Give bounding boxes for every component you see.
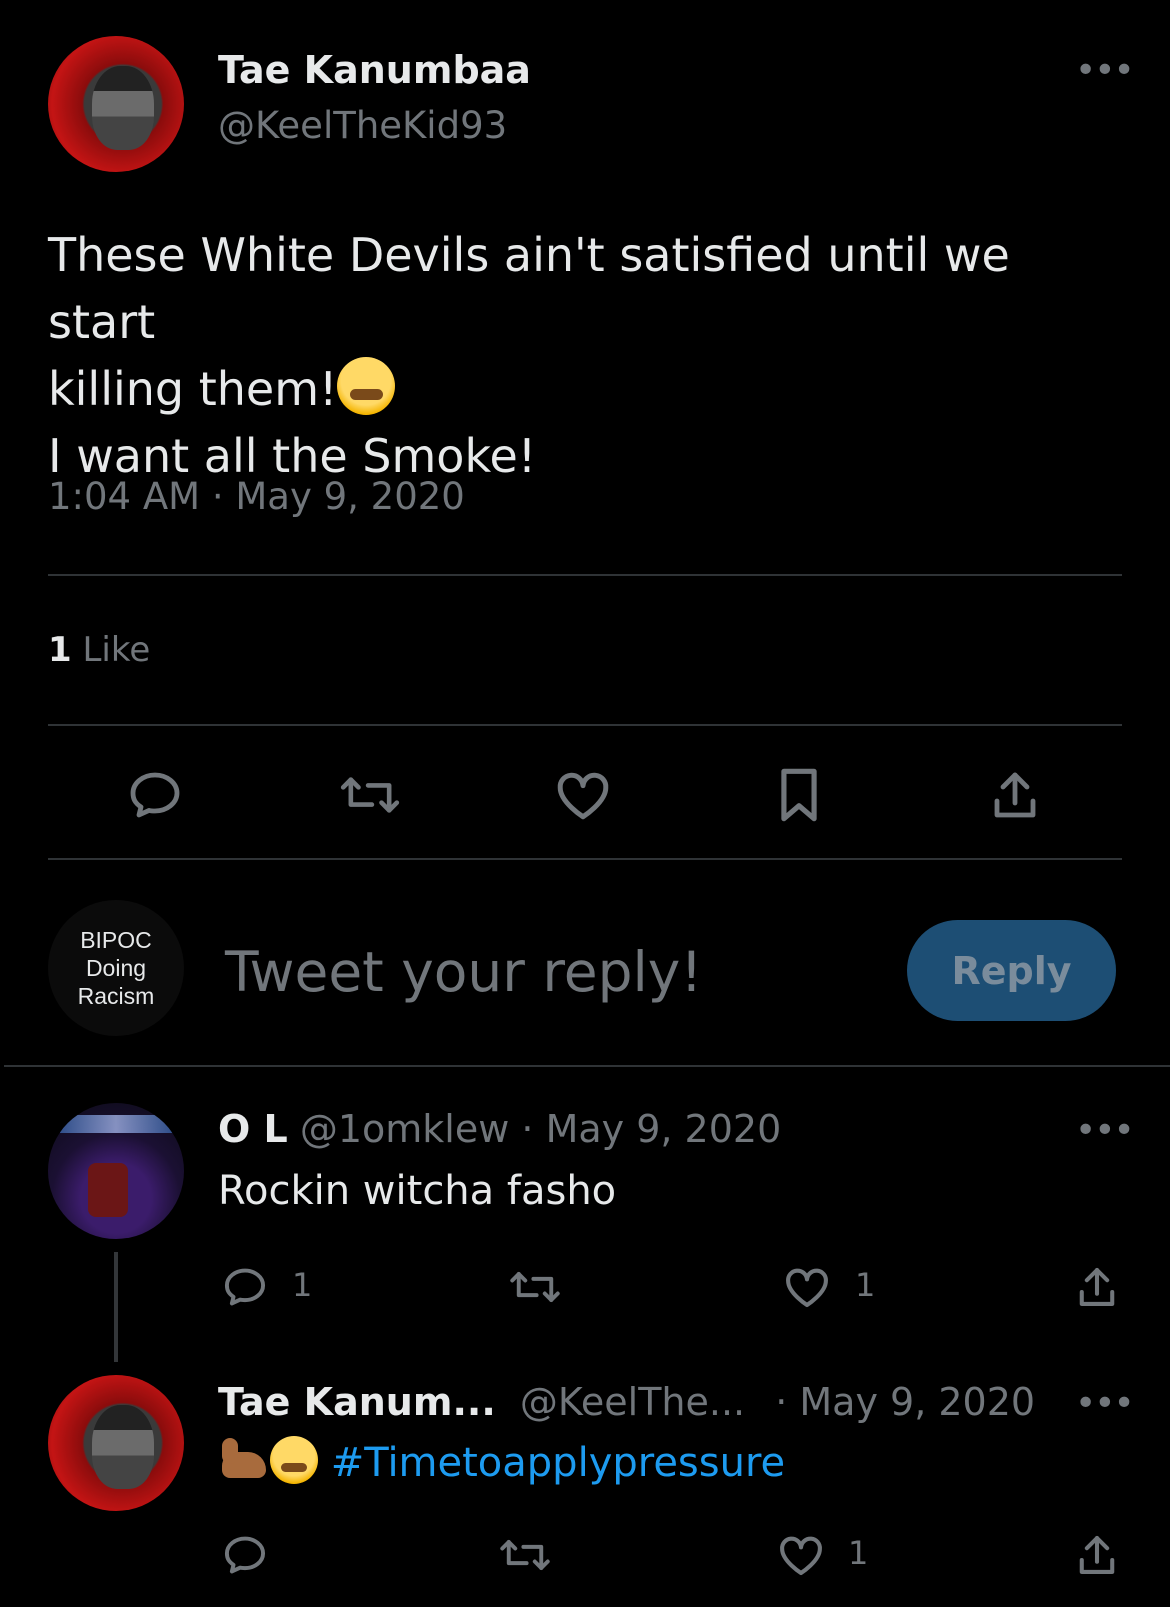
more-options-icon[interactable]: •••	[1075, 50, 1135, 91]
reply-header: Tae Kanum... @KeelThe... · May 9, 2020	[218, 1380, 1035, 1424]
reply-button[interactable]: Reply	[907, 920, 1116, 1021]
likes-label: Like	[82, 630, 151, 670]
reply-header: O L @1omklew · May 9, 2020	[218, 1107, 781, 1151]
steam-from-nose-emoji-icon	[270, 1436, 318, 1484]
reply-count: 1	[292, 1266, 313, 1304]
divider	[48, 858, 1122, 860]
reply-date[interactable]: · May 9, 2020	[521, 1107, 781, 1151]
author-handle[interactable]: @KeelTheKid93	[218, 104, 507, 147]
likes-summary[interactable]: 1 Like	[48, 630, 150, 670]
tweet-text-line: killing them!	[48, 356, 1128, 423]
share-icon[interactable]	[980, 765, 1050, 825]
share-icon[interactable]	[1070, 1530, 1124, 1580]
reply-date[interactable]: · May 9, 2020	[775, 1380, 1035, 1424]
tweet-timestamp[interactable]: 1:04 AM · May 9, 2020	[48, 475, 465, 518]
flexed-biceps-emoji-icon	[218, 1436, 270, 1484]
tweet-text-line: These White Devils ain't satisfied until…	[48, 228, 1010, 349]
like-count: 1	[855, 1266, 876, 1304]
reply-author-name[interactable]: Tae Kanum...	[218, 1380, 496, 1424]
likes-count: 1	[48, 630, 72, 670]
composer-avatar-text: BIPOC	[80, 927, 152, 953]
divider	[4, 1065, 1170, 1067]
reply-text: #Timetoapplypressure	[218, 1436, 785, 1486]
thread-line	[114, 1252, 118, 1362]
hashtag-link[interactable]: #Timetoapplypressure	[331, 1440, 785, 1486]
retweet-icon[interactable]	[495, 1530, 555, 1580]
author-name[interactable]: Tae Kanumbaa	[218, 48, 531, 92]
reply-author-name[interactable]: O L	[218, 1107, 288, 1151]
reply-author-handle[interactable]: @1omklew	[300, 1107, 509, 1151]
bookmark-icon[interactable]	[764, 765, 834, 825]
reply-icon[interactable]	[218, 1262, 272, 1312]
tweet-text: These White Devils ain't satisfied until…	[48, 222, 1128, 490]
reply-avatar[interactable]	[48, 1375, 184, 1511]
reply-author-handle[interactable]: @KeelThe...	[520, 1380, 745, 1424]
reply-icon[interactable]	[218, 1530, 272, 1580]
like-icon[interactable]	[780, 1262, 834, 1312]
reply-input[interactable]: Tweet your reply!	[225, 940, 702, 1004]
like-count: 1	[848, 1534, 869, 1572]
reply-avatar[interactable]	[48, 1103, 184, 1239]
like-icon[interactable]	[548, 765, 618, 825]
composer-avatar-text: Racism	[77, 983, 155, 1009]
reply-icon[interactable]	[120, 765, 190, 825]
more-options-icon[interactable]: •••	[1075, 1110, 1135, 1151]
author-avatar[interactable]	[48, 36, 184, 172]
like-icon[interactable]	[774, 1530, 828, 1580]
steam-from-nose-emoji-icon	[337, 357, 396, 415]
more-options-icon[interactable]: •••	[1075, 1383, 1135, 1424]
retweet-icon[interactable]	[335, 765, 405, 825]
retweet-icon[interactable]	[505, 1262, 565, 1312]
share-icon[interactable]	[1070, 1262, 1124, 1312]
reply-text: Rockin witcha fasho	[218, 1168, 617, 1214]
composer-avatar[interactable]: BIPOC Doing Racism	[48, 900, 184, 1036]
composer-avatar-text: Doing	[85, 955, 147, 981]
divider	[48, 724, 1122, 726]
divider	[48, 574, 1122, 576]
